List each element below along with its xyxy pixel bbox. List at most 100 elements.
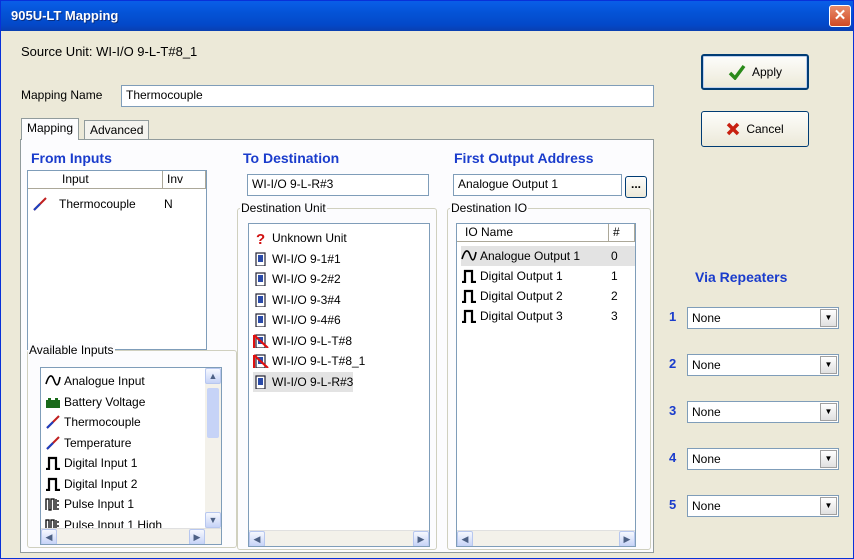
destination-io-list[interactable]: IO Name # Analogue Output 1 0 Digital Outp… (456, 223, 636, 547)
destination-field[interactable]: WI-I/O 9-L-R#3 (247, 174, 429, 196)
unit-icon (255, 272, 266, 286)
repeater-number: 5 (669, 497, 677, 512)
scroll-left-button[interactable]: ◀ (41, 529, 57, 544)
list-item[interactable]: Thermocouple N (32, 194, 202, 214)
available-input-item[interactable]: Analogue Input (45, 371, 145, 391)
destination-unit-label: WI-I/O 9-L-T#8 (272, 333, 353, 348)
from-inputs-list[interactable]: Input Inv Thermocouple N (27, 170, 207, 350)
available-input-label: Pulse Input 1 (64, 497, 135, 511)
available-input-item[interactable]: Pulse Input 1 (45, 494, 134, 514)
repeater-select[interactable]: None ▼ (687, 401, 839, 423)
destination-unit-item[interactable]: WI-I/O 9-L-R#3 (253, 371, 354, 392)
destination-unit-item[interactable]: WI-I/O 9-L-T#8_1 (253, 351, 365, 371)
unit-icon (255, 292, 266, 307)
destination-unit-item[interactable]: WI-I/O 9-L-T#8 (253, 331, 352, 351)
column-header-inv[interactable]: Inv (163, 171, 206, 189)
column-header-input[interactable]: Input (28, 171, 163, 189)
thermocouple-icon (46, 415, 60, 429)
destination-unit-item[interactable]: ? Unknown Unit (253, 228, 347, 248)
io-row[interactable]: Digital Output 3 3 (461, 306, 635, 326)
destination-unit-item[interactable]: WI-I/O 9-1#1 (253, 249, 341, 269)
destination-unit-label: WI-I/O 9-L-R#3 (272, 374, 354, 389)
input-name: Thermocouple (59, 197, 136, 211)
cancel-x-icon (727, 122, 740, 136)
dropdown-arrow-icon[interactable]: ▼ (820, 356, 837, 374)
available-input-item[interactable]: Temperature (45, 433, 131, 453)
io-number: 1 (611, 269, 618, 283)
mapping-name-label: Mapping Name (21, 88, 103, 102)
available-input-label: Analogue Input (64, 374, 145, 388)
thermocouple-icon (46, 435, 60, 450)
destination-unit-item[interactable]: WI-I/O 9-2#2 (253, 269, 341, 289)
repeater-select[interactable]: None ▼ (687, 307, 839, 329)
dropdown-arrow-icon[interactable]: ▼ (820, 497, 837, 515)
dropdown-arrow-icon[interactable]: ▼ (820, 450, 837, 468)
scroll-right-button[interactable]: ▶ (189, 529, 205, 544)
unit-disabled-icon (253, 354, 269, 368)
pulse-icon (45, 498, 59, 511)
unit-icon (255, 313, 266, 327)
apply-button[interactable]: Apply (701, 54, 809, 90)
input-inv: N (164, 197, 173, 211)
available-input-item[interactable]: Battery Voltage (45, 392, 145, 412)
dropdown-arrow-icon[interactable]: ▼ (820, 309, 837, 327)
tab-advanced[interactable]: Advanced (84, 120, 150, 139)
mapping-dialog: 905U-LT Mapping ✕ Source Unit: WI-I/O 9-… (0, 0, 854, 559)
available-input-label: Thermocouple (64, 415, 141, 429)
repeater-select[interactable]: None ▼ (687, 448, 839, 470)
horizontal-scrollbar[interactable]: ◀ ▶ (457, 530, 635, 546)
io-row[interactable]: Digital Output 2 2 (461, 286, 635, 306)
io-number: 0 (611, 249, 618, 263)
destination-unit-list[interactable]: ? Unknown Unit WI-I/O 9-1#1 WI-I/O 9-2#2 WI-… (248, 223, 430, 547)
tab-mapping[interactable]: Mapping (21, 118, 80, 140)
digital-icon (46, 477, 60, 491)
scroll-left-button[interactable]: ◀ (457, 531, 473, 546)
close-button[interactable]: ✕ (829, 5, 851, 27)
available-input-label: Battery Voltage (64, 394, 146, 409)
io-row[interactable]: Digital Output 1 1 (461, 266, 635, 286)
io-row[interactable]: Analogue Output 1 0 (461, 246, 635, 266)
svg-text:?: ? (256, 231, 265, 245)
repeater-value: None (692, 499, 721, 513)
destination-unit-item[interactable]: WI-I/O 9-3#4 (253, 290, 341, 310)
scroll-down-button[interactable]: ▼ (205, 512, 221, 528)
dropdown-arrow-icon[interactable]: ▼ (820, 403, 837, 421)
unknown-icon: ? (256, 231, 265, 245)
browse-button[interactable]: ... (625, 176, 647, 198)
repeater-number: 4 (669, 450, 677, 465)
analogue-icon (45, 375, 61, 386)
io-number: 2 (611, 289, 618, 303)
title-bar[interactable]: 905U-LT Mapping ✕ (1, 1, 853, 31)
destination-unit-group: Destination Unit ? Unknown Unit WI-I/O 9-1… (237, 201, 437, 550)
available-input-label: Digital Input 1 (64, 456, 138, 470)
io-number: 3 (611, 309, 618, 323)
destination-unit-label: Destination Unit (240, 201, 327, 215)
repeater-select[interactable]: None ▼ (687, 354, 839, 376)
vertical-scrollbar[interactable]: ▲ ▼ (205, 368, 221, 528)
scroll-thumb[interactable] (207, 388, 219, 438)
horizontal-scrollbar[interactable]: ◀ ▶ (249, 530, 429, 546)
available-inputs-list[interactable]: Analogue Input Battery Voltage Thermocoupl… (40, 367, 222, 545)
destination-unit-item[interactable]: WI-I/O 9-4#6 (253, 310, 341, 330)
destination-io-label: Destination IO (450, 201, 529, 215)
destination-unit-label: WI-I/O 9-3#4 (272, 292, 341, 307)
available-input-item[interactable]: Thermocouple (45, 412, 141, 432)
column-header-io-name[interactable]: IO Name (457, 224, 609, 242)
column-header-number[interactable]: # (609, 224, 635, 242)
available-input-item[interactable]: Digital Input 2 (45, 474, 137, 494)
horizontal-scrollbar[interactable]: ◀ ▶ (41, 528, 221, 544)
repeater-number: 3 (669, 403, 677, 418)
scroll-left-button[interactable]: ◀ (249, 531, 265, 546)
cancel-button[interactable]: Cancel (701, 111, 809, 147)
apply-label: Apply (751, 65, 783, 79)
repeater-select[interactable]: None ▼ (687, 495, 839, 517)
scroll-up-button[interactable]: ▲ (205, 368, 221, 384)
mapping-name-input[interactable]: Thermocouple (121, 85, 654, 107)
scroll-right-button[interactable]: ▶ (413, 531, 429, 546)
first-output-field[interactable]: Analogue Output 1 (453, 174, 622, 196)
analogue-icon (461, 250, 477, 261)
scroll-right-button[interactable]: ▶ (619, 531, 635, 546)
available-input-item[interactable]: Digital Input 1 (45, 453, 137, 473)
first-output-heading: First Output Address (454, 150, 594, 166)
repeater-number: 1 (669, 309, 677, 324)
